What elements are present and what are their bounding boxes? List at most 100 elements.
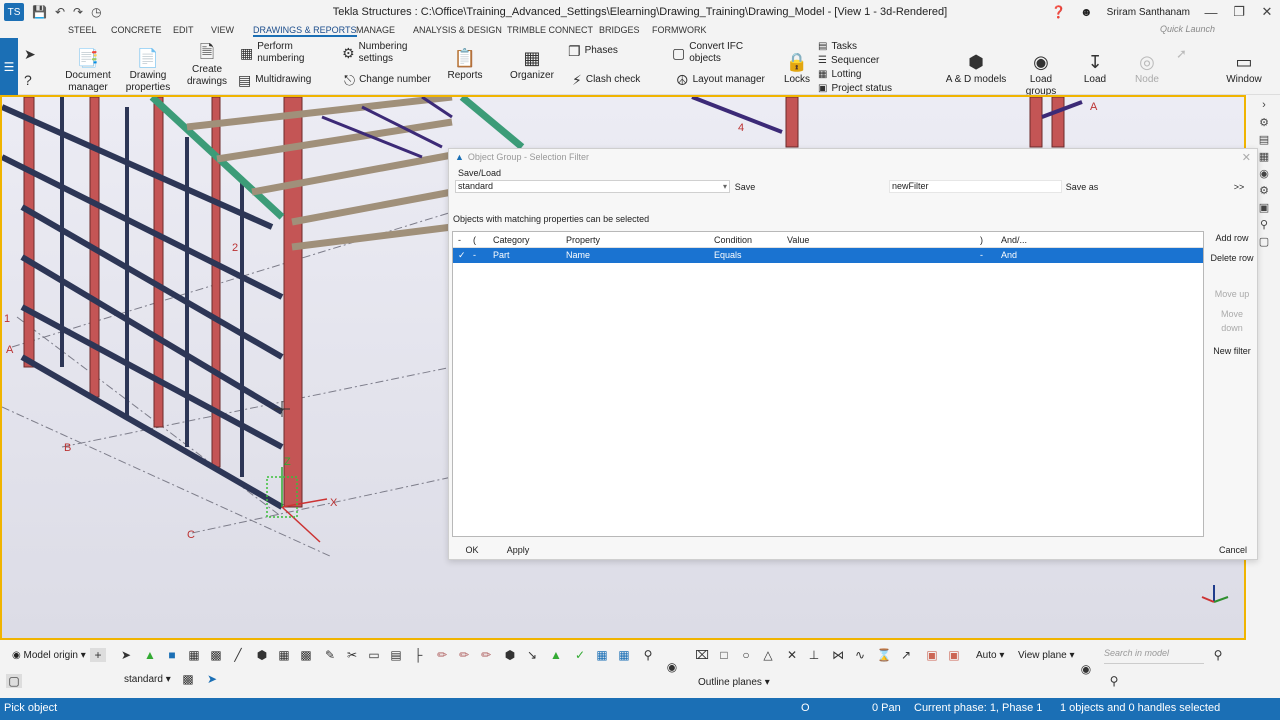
- col-close-paren[interactable]: ): [980, 235, 983, 245]
- pointer-icon[interactable]: ➤: [204, 672, 220, 686]
- select-icon[interactable]: ➤: [118, 648, 134, 662]
- snap-cross-icon[interactable]: ▦: [616, 648, 632, 662]
- filter-grid-icon[interactable]: ▦: [186, 648, 202, 662]
- clipboard-icon[interactable]: ▢: [6, 674, 22, 688]
- tab-concrete[interactable]: CONCRETE: [111, 25, 162, 35]
- drawing-properties-button[interactable]: 📄 Drawing properties: [122, 48, 174, 94]
- tab-view[interactable]: VIEW: [211, 25, 234, 35]
- tab-drawings-reports[interactable]: DRAWINGS & REPORTS: [253, 25, 357, 37]
- col-and-or[interactable]: And/...: [1001, 235, 1027, 245]
- snap-triangle-icon[interactable]: ▲: [142, 648, 158, 662]
- chevron-right-icon[interactable]: ›: [1248, 99, 1280, 116]
- pattern-icon[interactable]: ▩: [180, 672, 196, 686]
- snap-square-icon[interactable]: □: [716, 648, 732, 662]
- snap-tangent-icon[interactable]: ∿: [852, 648, 868, 662]
- snap-hourglass-icon[interactable]: ⌛: [876, 648, 892, 662]
- col-open-paren[interactable]: (: [473, 235, 476, 245]
- locks-button[interactable]: 🔒 Locks: [782, 52, 812, 86]
- tab-steel[interactable]: STEEL: [68, 25, 97, 35]
- snap-green-icon[interactable]: ▲: [548, 648, 564, 662]
- query-icon[interactable]: ?: [24, 70, 32, 92]
- table-row[interactable]: ✓ - Part Name Equals - And: [453, 248, 1203, 263]
- undo-icon[interactable]: ↶: [55, 5, 65, 19]
- quick-launch-input[interactable]: Quick Launch: [1160, 24, 1240, 34]
- tab-analysis-design[interactable]: ANALYSIS & DESIGN: [413, 25, 502, 35]
- row-condition[interactable]: Equals: [714, 250, 742, 260]
- move-down-button[interactable]: Move down: [1209, 307, 1255, 333]
- document-manager-button[interactable]: 📑 Document manager: [64, 48, 112, 94]
- new-filter-button[interactable]: New filter: [1209, 344, 1255, 358]
- col-condition[interactable]: Condition: [714, 235, 752, 245]
- visibility-eye-2-icon[interactable]: ◉: [1078, 662, 1094, 676]
- model-origin-select[interactable]: ◉ Model origin ▾: [12, 650, 86, 661]
- col-property[interactable]: Property: [566, 235, 600, 245]
- minimize-icon[interactable]: —: [1204, 5, 1218, 20]
- help-icon[interactable]: ❓: [1051, 5, 1066, 19]
- col-value[interactable]: Value: [787, 235, 809, 245]
- zoom-icon[interactable]: ⚲: [640, 648, 656, 662]
- row-property[interactable]: Name: [566, 250, 590, 260]
- row-open-paren[interactable]: -: [473, 250, 476, 260]
- measure-icon[interactable]: ↘: [524, 648, 540, 662]
- view-plane-select[interactable]: View plane ▾: [1018, 650, 1075, 661]
- project-status-button[interactable]: ▣ Project status: [818, 82, 908, 96]
- load-button[interactable]: ↧ Load: [1080, 52, 1110, 86]
- search-icon[interactable]: ⚲: [1210, 648, 1226, 662]
- node-button[interactable]: ◎ Node: [1132, 52, 1162, 86]
- save-button[interactable]: Save: [733, 180, 757, 194]
- apply-button[interactable]: Apply: [505, 543, 531, 557]
- row-checkbox[interactable]: ✓: [458, 250, 466, 261]
- standard-select[interactable]: standard ▾: [124, 674, 171, 685]
- grid-icon[interactable]: ▦: [276, 648, 292, 662]
- load-groups-button[interactable]: ◉ Load groups: [1020, 52, 1062, 98]
- dialog-close-icon[interactable]: ✕: [1242, 151, 1251, 164]
- snap-check-icon[interactable]: ✓: [572, 648, 588, 662]
- cancel-button[interactable]: Cancel: [1215, 543, 1251, 557]
- status-phase[interactable]: Current phase: 1, Phase 1: [914, 702, 1042, 714]
- ad-models-button[interactable]: ⬢ A & D models: [944, 52, 1008, 86]
- row-category[interactable]: Part: [493, 250, 510, 260]
- snap-line-icon[interactable]: ✏: [434, 648, 450, 662]
- ok-button[interactable]: OK: [461, 543, 483, 557]
- restore-icon[interactable]: ❐: [1232, 4, 1246, 20]
- tab-manage[interactable]: MANAGE: [356, 25, 395, 35]
- hatch-icon[interactable]: ▩: [298, 648, 314, 662]
- save-as-input[interactable]: newFilter: [889, 180, 1062, 193]
- change-number-button[interactable]: ⎋ Change number: [344, 73, 444, 87]
- multidrawing-button[interactable]: ▤ Multidrawing: [238, 73, 334, 87]
- tab-formwork[interactable]: FORMWORK: [652, 25, 707, 35]
- phases-button[interactable]: ❐ Phases: [568, 44, 648, 58]
- row-and-or[interactable]: And: [1001, 250, 1017, 260]
- tab-bridges[interactable]: BRIDGES: [599, 25, 640, 35]
- filter-table[interactable]: - ( Category Property Condition Value ) …: [452, 231, 1204, 537]
- create-drawings-button[interactable]: 🗎 Create drawings: [184, 42, 230, 88]
- component-icon[interactable]: ⬢: [254, 648, 270, 662]
- file-menu-icon[interactable]: ☰: [0, 38, 18, 95]
- select-box-icon[interactable]: ■: [164, 648, 180, 662]
- snap-end-icon[interactable]: ✏: [456, 648, 472, 662]
- visibility-eye-icon[interactable]: ◉: [664, 660, 680, 674]
- save-icon[interactable]: 💾: [32, 5, 47, 19]
- add-workplane-icon[interactable]: +: [90, 648, 106, 662]
- cut-icon[interactable]: ✂: [344, 648, 360, 662]
- history-icon[interactable]: ◷: [91, 5, 101, 19]
- organizer-button[interactable]: ▦ Organizer: [508, 48, 556, 82]
- reports-button[interactable]: 📋 Reports: [446, 48, 484, 82]
- tekla-logo-icon[interactable]: TS: [4, 3, 24, 21]
- rebar-icon[interactable]: ├: [410, 648, 426, 662]
- save-load-select[interactable]: standard ▾: [455, 180, 730, 193]
- weld-icon[interactable]: ✎: [322, 648, 338, 662]
- move-up-button[interactable]: Move up: [1209, 287, 1255, 301]
- user-name[interactable]: Sriram Santhanam: [1107, 7, 1190, 18]
- snap-blue-icon[interactable]: ▦: [594, 648, 610, 662]
- row-close-paren[interactable]: -: [980, 250, 983, 260]
- select-arrow-icon[interactable]: ➤: [24, 44, 36, 66]
- layer-icon[interactable]: ⬢: [502, 648, 518, 662]
- window-button[interactable]: ▭ Window: [1224, 52, 1264, 86]
- redo-icon[interactable]: ↷: [73, 5, 83, 19]
- snap-perp-icon[interactable]: ⊥: [806, 648, 822, 662]
- convert-ifc-button[interactable]: ▢ Convert IFC objects: [672, 41, 752, 65]
- tab-edit[interactable]: EDIT: [173, 25, 194, 35]
- search-model-input[interactable]: Search in model: [1104, 648, 1204, 664]
- snap-x-icon[interactable]: ✕: [784, 648, 800, 662]
